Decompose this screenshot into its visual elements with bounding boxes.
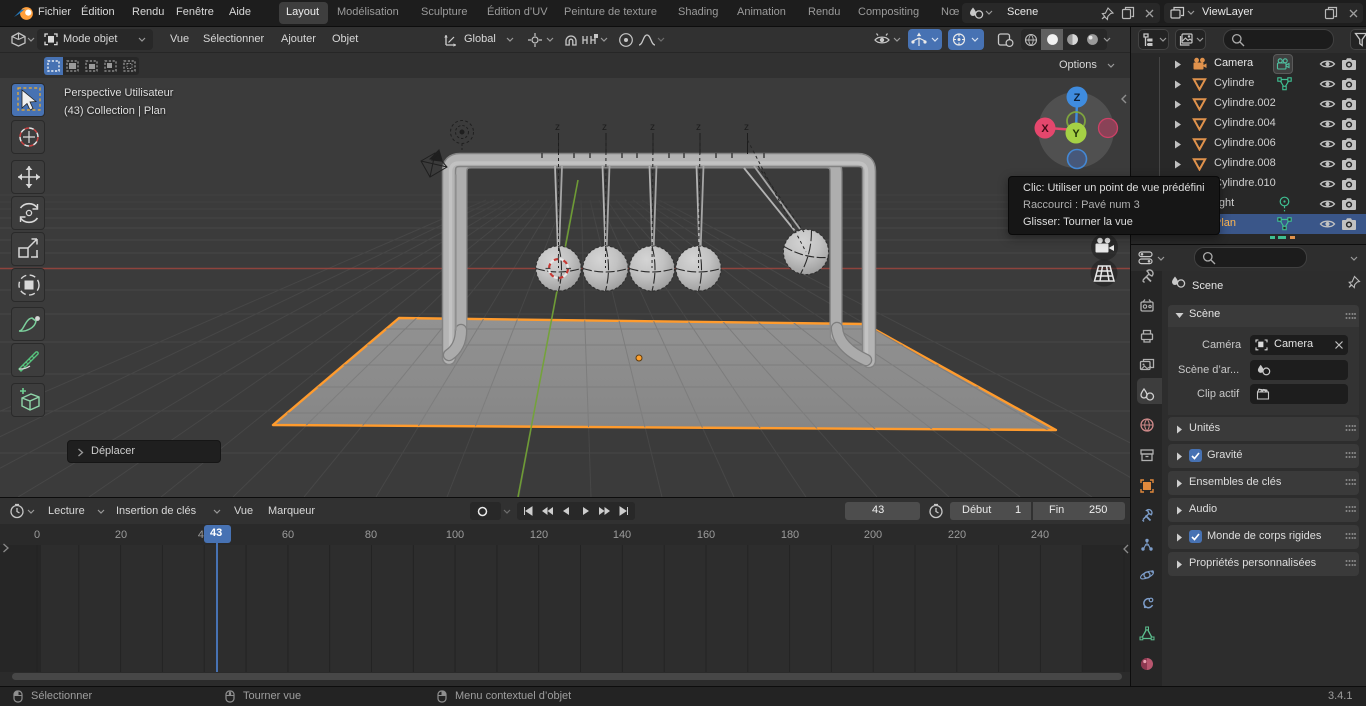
svg-text:z: z (555, 122, 560, 133)
svg-text:z: z (650, 122, 655, 133)
svg-text:X: X (1041, 123, 1049, 135)
svg-text:z: z (696, 122, 701, 133)
svg-text:z: z (744, 122, 749, 133)
svg-text:Y: Y (1072, 128, 1080, 140)
svg-text:Z: Z (1074, 92, 1081, 104)
svg-text:z: z (602, 122, 607, 133)
